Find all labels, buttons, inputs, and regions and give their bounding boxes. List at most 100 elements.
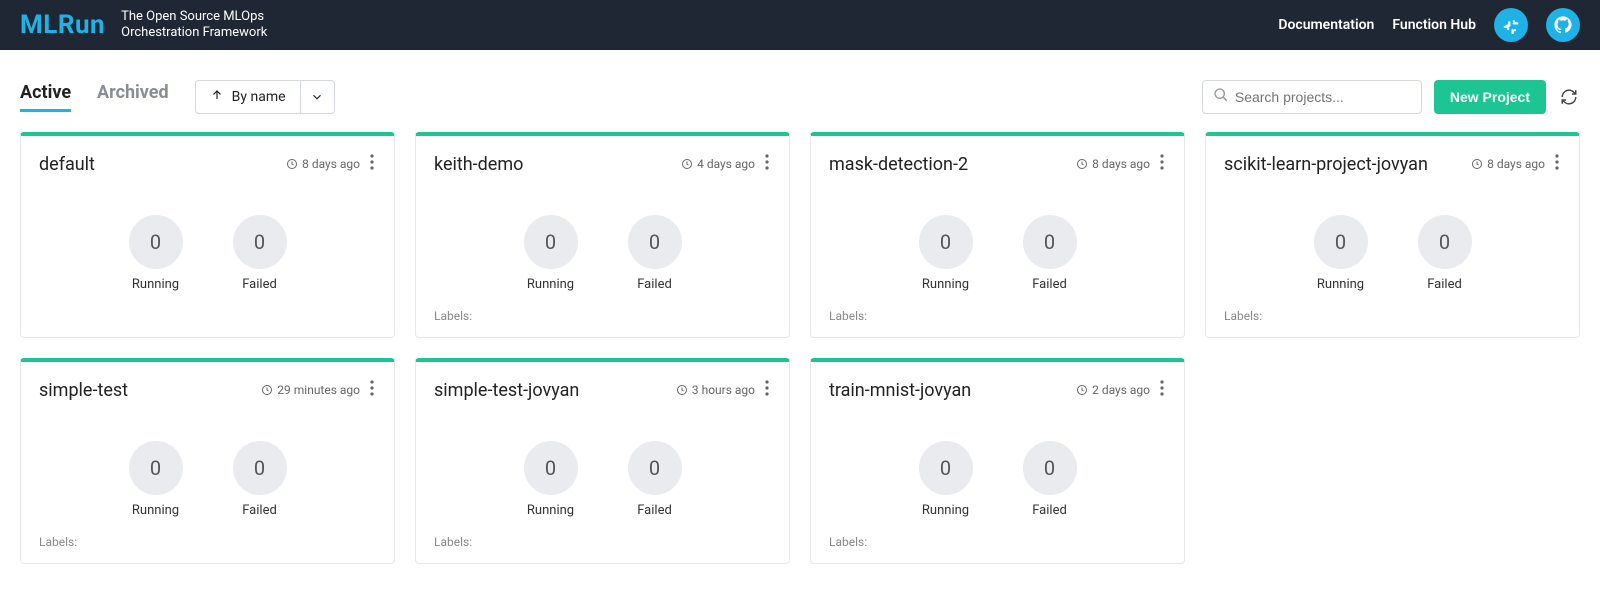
project-name[interactable]: keith-demo [434,154,523,175]
sort-arrow-up-icon [210,88,224,106]
running-stat[interactable]: 0 Running [919,215,973,292]
running-label: Running [129,503,183,518]
running-label: Running [524,503,578,518]
tab-active[interactable]: Active [20,82,71,112]
brand-tagline-line1: The Open Source MLOps [121,9,267,25]
search-icon [1213,87,1235,107]
running-stat[interactable]: 0 Running [129,441,183,518]
kebab-menu[interactable] [368,380,376,400]
failed-label: Failed [1418,277,1472,292]
failed-label: Failed [233,503,287,518]
failed-count: 0 [233,441,287,495]
clock-icon [286,158,298,170]
running-stat[interactable]: 0 Running [919,441,973,518]
running-label: Running [524,277,578,292]
running-stat[interactable]: 0 Running [524,215,578,292]
project-stats: 0 Running 0 Failed [1224,215,1561,292]
running-count: 0 [1314,215,1368,269]
toolbar-left: Active Archived By name [20,80,335,114]
kebab-icon [765,380,769,396]
kebab-menu[interactable] [1158,380,1166,400]
project-name[interactable]: default [39,154,95,175]
function-hub-link[interactable]: Function Hub [1392,17,1476,33]
kebab-icon [370,380,374,396]
project-card[interactable]: scikit-learn-project-jovyan 8 days ago 0… [1205,132,1580,338]
labels-row: Labels: [434,293,771,323]
running-count: 0 [919,441,973,495]
failed-label: Failed [233,277,287,292]
failed-count: 0 [628,215,682,269]
failed-stat[interactable]: 0 Failed [233,441,287,518]
project-stats: 0 Running 0 Failed [39,441,376,518]
running-label: Running [1314,277,1368,292]
failed-stat[interactable]: 0 Failed [628,441,682,518]
kebab-menu[interactable] [763,154,771,174]
failed-stat[interactable]: 0 Failed [628,215,682,292]
failed-count: 0 [1023,441,1077,495]
labels-row: Labels: [1224,293,1561,323]
failed-stat[interactable]: 0 Failed [1023,215,1077,292]
tab-archived[interactable]: Archived [97,82,169,112]
running-count: 0 [524,441,578,495]
project-card[interactable]: simple-test 29 minutes ago 0 Running 0 F… [20,358,395,564]
failed-stat[interactable]: 0 Failed [1418,215,1472,292]
brand-logo[interactable]: MLRun [20,10,105,40]
running-stat[interactable]: 0 Running [524,441,578,518]
new-project-button[interactable]: New Project [1434,80,1546,114]
clock-icon [681,158,693,170]
clock-icon [1076,384,1088,396]
project-name[interactable]: simple-test [39,380,128,401]
running-label: Running [919,277,973,292]
failed-label: Failed [1023,503,1077,518]
search-input[interactable] [1235,89,1416,105]
clock-icon [676,384,688,396]
project-time: 2 days ago [1076,383,1150,397]
sort-button[interactable]: By name [195,80,335,114]
refresh-button[interactable] [1558,86,1580,108]
project-card[interactable]: default 8 days ago 0 Running 0 Failed [20,132,395,338]
project-name[interactable]: mask-detection-2 [829,154,968,175]
brand-tagline: The Open Source MLOps Orchestration Fram… [121,9,267,42]
github-icon[interactable] [1546,8,1580,42]
project-time: 8 days ago [286,157,360,171]
search-field[interactable] [1202,80,1422,114]
brand-tagline-line2: Orchestration Framework [121,25,267,41]
running-stat[interactable]: 0 Running [1314,215,1368,292]
kebab-menu[interactable] [368,154,376,174]
running-count: 0 [919,215,973,269]
failed-stat[interactable]: 0 Failed [1023,441,1077,518]
kebab-icon [1160,154,1164,170]
sort-caret[interactable] [300,81,334,113]
project-time: 8 days ago [1076,157,1150,171]
project-time: 29 minutes ago [261,383,360,397]
documentation-link[interactable]: Documentation [1278,17,1374,33]
project-card[interactable]: train-mnist-jovyan 2 days ago 0 Running … [810,358,1185,564]
project-card[interactable]: keith-demo 4 days ago 0 Running 0 Failed [415,132,790,338]
slack-icon[interactable] [1494,8,1528,42]
kebab-menu[interactable] [763,380,771,400]
failed-count: 0 [233,215,287,269]
project-name[interactable]: scikit-learn-project-jovyan [1224,154,1428,175]
project-stats: 0 Running 0 Failed [434,441,771,518]
project-stats: 0 Running 0 Failed [434,215,771,292]
kebab-menu[interactable] [1158,154,1166,174]
refresh-icon [1560,88,1578,106]
failed-count: 0 [1023,215,1077,269]
project-stats: 0 Running 0 Failed [39,215,376,292]
failed-label: Failed [628,503,682,518]
kebab-icon [1555,154,1559,170]
running-stat[interactable]: 0 Running [129,215,183,292]
project-name[interactable]: train-mnist-jovyan [829,380,971,401]
labels-row: Labels: [829,293,1166,323]
failed-stat[interactable]: 0 Failed [233,215,287,292]
failed-count: 0 [628,441,682,495]
project-card[interactable]: mask-detection-2 8 days ago 0 Running 0 … [810,132,1185,338]
clock-icon [1471,158,1483,170]
toolbar-right: New Project [1202,80,1580,114]
kebab-icon [370,154,374,170]
chevron-down-icon [310,90,324,104]
project-name[interactable]: simple-test-jovyan [434,380,579,401]
project-tabs: Active Archived [20,82,169,112]
project-card[interactable]: simple-test-jovyan 3 hours ago 0 Running… [415,358,790,564]
kebab-menu[interactable] [1553,154,1561,174]
